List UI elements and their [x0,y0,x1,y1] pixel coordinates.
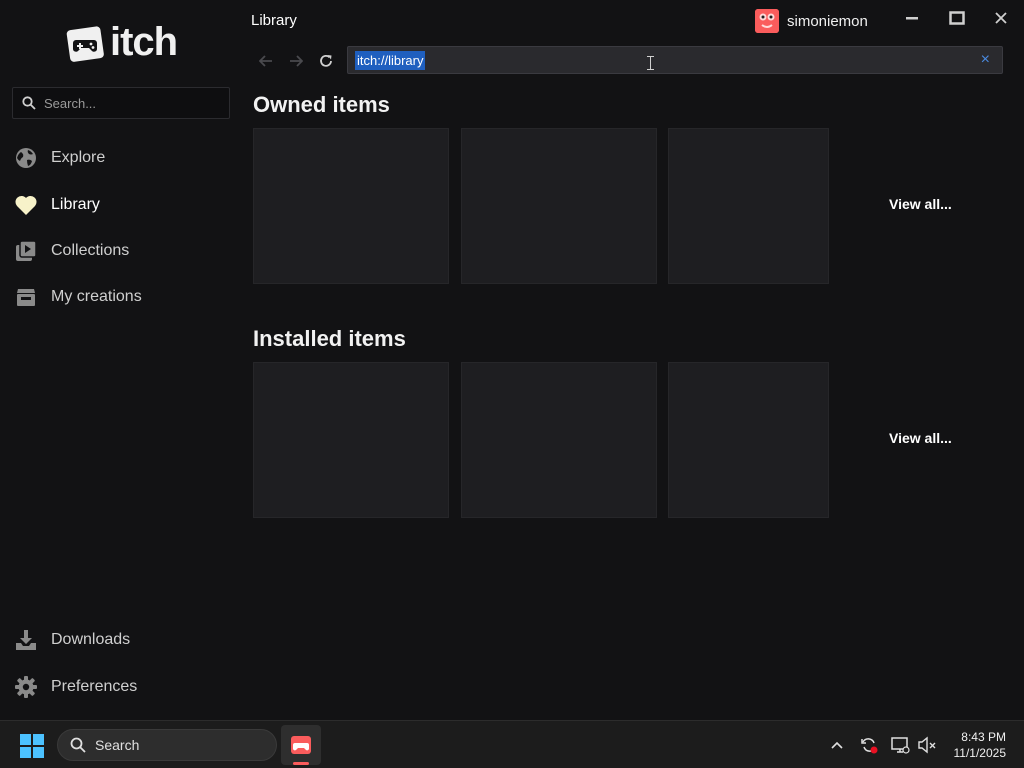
search-icon [70,737,86,753]
reload-icon [320,54,332,67]
sidebar-item-label: Library [51,196,100,213]
sidebar-item-label: Explore [51,149,106,166]
clock-time: 8:43 PM [961,730,1006,744]
system-clock[interactable]: 8:43 PM 11/1/2025 [954,729,1007,761]
show-hidden-icons-button[interactable] [827,735,847,755]
sidebar-search[interactable] [12,87,230,119]
user-menu[interactable]: simoniemon [755,9,868,33]
maximize-button[interactable] [943,6,971,30]
clear-address-icon[interactable]: × [981,52,990,68]
sync-tray-icon[interactable] [859,735,879,755]
itch-app-icon [291,736,311,754]
sidebar-item-downloads[interactable]: Downloads [14,625,130,655]
game-card[interactable] [461,362,657,518]
download-icon [14,628,38,652]
globe-icon [14,146,38,170]
minimize-icon [906,17,918,20]
sidebar-item-collections[interactable]: Collections [14,236,129,266]
taskbar: Search 8:43 PM 11/1/2025 [0,720,1024,768]
sidebar-item-preferences[interactable]: Preferences [14,672,137,702]
game-card[interactable] [668,128,829,284]
start-button[interactable] [20,734,44,758]
game-card[interactable] [668,362,829,518]
arrow-left-icon [259,55,272,67]
back-button[interactable] [255,50,277,72]
reload-button[interactable] [315,50,337,72]
logo-text: itch [110,20,178,64]
itch-logo[interactable]: itch [66,20,178,64]
sidebar-item-my-creations[interactable]: My creations [14,282,142,312]
sidebar-item-label: My creations [51,288,142,305]
maximize-icon [949,11,965,25]
view-all-installed-link[interactable]: View all... [889,430,952,446]
store-icon [14,285,38,309]
text-cursor-icon [647,56,654,70]
address-bar[interactable]: itch://library × [347,46,1003,74]
address-text[interactable]: itch://library [355,51,426,70]
sidebar-item-label: Downloads [51,631,131,648]
sidebar-item-library[interactable]: Library [14,190,100,220]
running-indicator [293,762,309,765]
search-input[interactable] [44,95,214,111]
itch-logo-icon [66,26,104,62]
sidebar: itch Explore Library Collections [0,0,240,720]
volume-muted-icon[interactable] [917,735,937,755]
forward-button[interactable] [285,50,307,72]
sidebar-item-label: Collections [51,242,130,259]
view-all-owned-link[interactable]: View all... [889,196,952,212]
section-title-owned: Owned items [253,92,390,117]
gear-icon [14,675,38,699]
close-button[interactable] [987,6,1015,30]
minimize-button[interactable] [898,6,926,30]
page-title: Library [251,12,297,29]
game-card[interactable] [461,128,657,284]
search-icon [22,96,36,110]
section-title-installed: Installed items [253,326,406,351]
game-card[interactable] [253,362,449,518]
sidebar-item-explore[interactable]: Explore [14,143,105,173]
collection-icon [14,239,38,263]
taskbar-itch-app[interactable] [281,725,321,765]
game-card[interactable] [253,128,449,284]
windows-logo-icon [20,734,31,745]
user-name: simoniemon [787,12,868,30]
avatar [755,9,779,33]
arrow-right-icon [290,55,303,67]
close-icon [995,12,1007,24]
taskbar-search[interactable]: Search [57,729,277,761]
taskbar-search-label: Search [95,737,140,753]
chevron-up-icon [831,741,843,749]
network-icon[interactable] [890,735,910,755]
heart-icon [14,193,38,217]
clock-date: 11/1/2025 [953,746,1007,760]
sidebar-item-label: Preferences [51,678,138,695]
